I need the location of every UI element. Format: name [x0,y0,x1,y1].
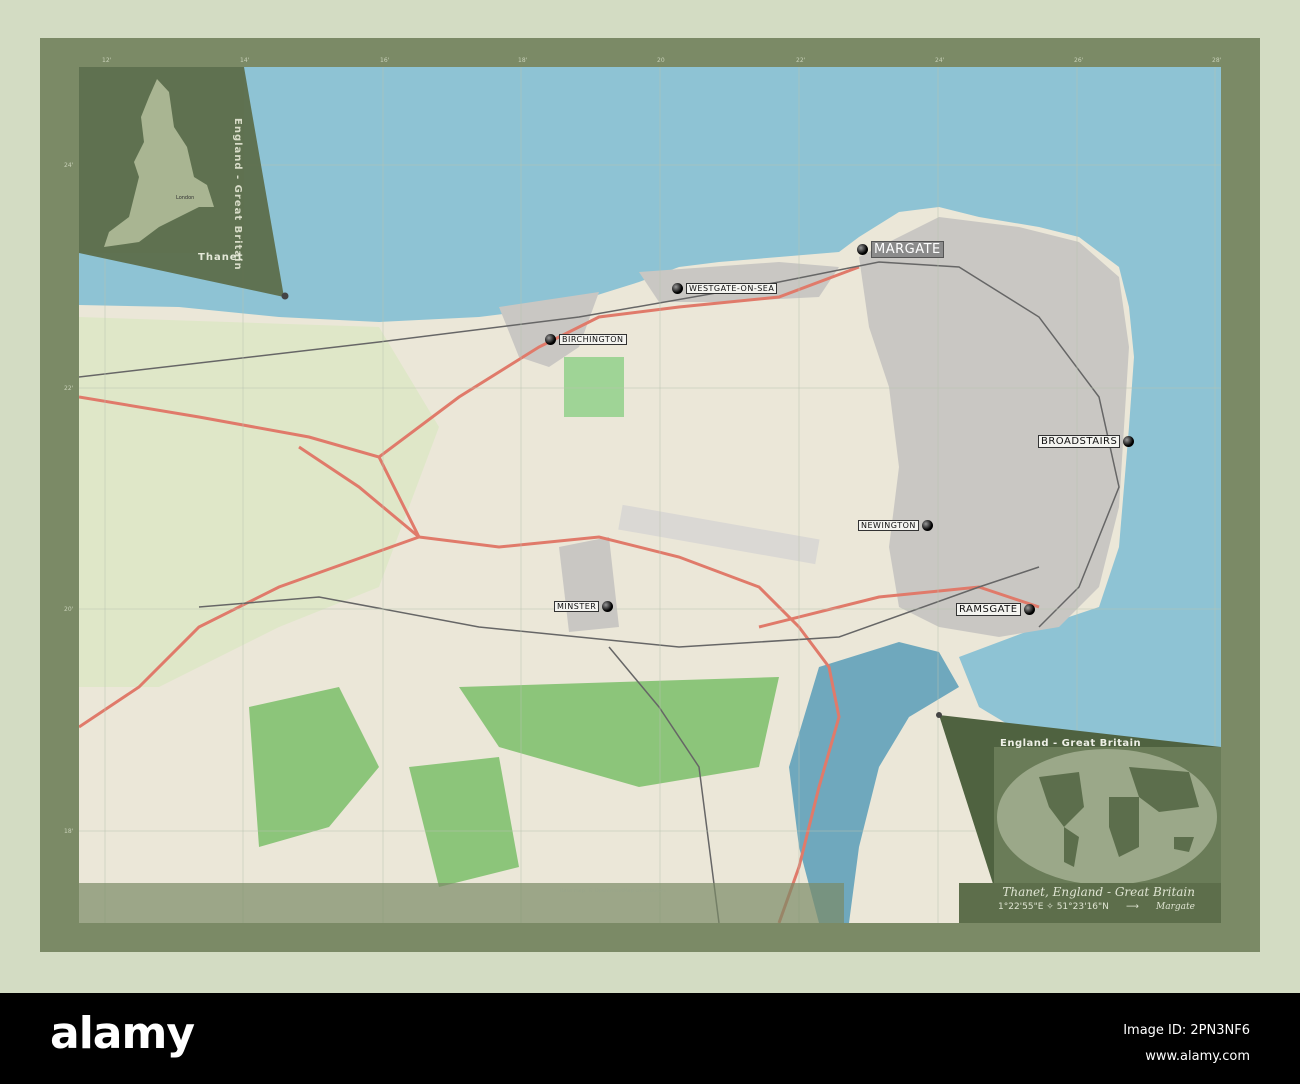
tick-left: 24' [64,162,74,169]
town-westgate[interactable]: Westgate-on-Sea [672,283,778,294]
world-inset-label: England - Great Britain [1000,738,1142,749]
town-marker-icon [1123,436,1135,447]
country-inset-label: England - Great Britain [232,118,243,271]
urban-minster [559,537,619,632]
urban-area [859,217,1129,637]
coordinates-row: 1°22'55"E ✧ 51°23'16"N ⟶ Margate [998,902,1195,912]
town-label: Birchington [559,334,627,345]
arrow-icon: ⟶ [1126,902,1139,912]
alamy-url: www.alamy.com [1145,1049,1250,1064]
world-inset-pointer [936,712,942,718]
map-title: Thanet, England - Great Britain [1002,885,1195,899]
region-label: Thanet [198,252,244,263]
town-label: Broadstairs [1038,435,1121,448]
tick-top: 28' [1212,57,1222,64]
tick-left: 22' [64,385,74,392]
city-label-london: London [176,195,195,201]
tick-top: 14' [240,57,250,64]
alamy-logo: alamy [50,1008,195,1059]
town-marker-icon [545,334,556,345]
tick-top: 26' [1074,57,1084,64]
town-marker-icon [602,601,614,612]
town-marker-icon [672,283,683,294]
capital-label: Margate [1156,902,1195,912]
town-broadstairs[interactable]: Broadstairs [1038,435,1135,448]
attribution-band [79,883,844,923]
watermark-bar [0,993,1300,1084]
tick-top: 22' [796,57,806,64]
town-minster[interactable]: Minster [554,601,614,612]
town-label: Ramsgate [956,603,1021,616]
tick-left: 18' [64,828,74,835]
image-id: Image ID: 2PN3NF6 www.alamy.com [1123,1018,1250,1070]
inset-pointer [281,292,289,300]
town-newington[interactable]: Newington [858,520,933,531]
attribution: Base map: © OpenStreetMap contributors [560,888,666,894]
image-id-text: Image ID: 2PN3NF6 [1123,1023,1250,1038]
town-label: Minster [554,601,600,612]
park [564,357,624,417]
tick-top: 20 [657,57,665,64]
map-canvas [79,67,1221,923]
map-area[interactable] [79,67,1221,923]
town-label: Margate [871,241,944,258]
tick-top: 24' [935,57,945,64]
tick-left: 20' [64,606,74,613]
town-marker-icon [1023,604,1035,615]
town-marker-icon [857,244,868,255]
town-margate[interactable]: Margate [857,241,944,258]
tick-top: 16' [380,57,390,64]
tick-top: 12' [102,57,112,64]
town-birchington[interactable]: Birchington [545,334,627,345]
town-label: Westgate-on-Sea [686,283,778,294]
town-ramsgate[interactable]: Ramsgate [956,603,1035,616]
coordinates: 1°22'55"E ✧ 51°23'16"N [998,902,1109,912]
world-globe [997,749,1217,885]
town-marker-icon [921,520,933,531]
town-label: Newington [858,520,919,531]
tick-top: 18' [518,57,528,64]
